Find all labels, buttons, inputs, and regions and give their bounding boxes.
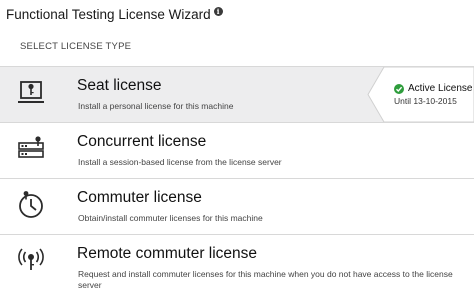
license-option-description: Obtain/install commuter licenses for thi…	[78, 213, 263, 223]
license-option-title: Concurrent license	[77, 133, 207, 150]
license-option-concurrent[interactable]: Concurrent license Install a session-bas…	[0, 122, 474, 178]
active-license-until: Until 13-10-2015	[394, 96, 457, 106]
license-type-list: Seat license Install a personal license …	[0, 66, 474, 290]
active-license-badge: Active License Until 13-10-2015	[366, 67, 474, 122]
wizard-title: Functional Testing License Wizard	[6, 6, 211, 22]
wizard-title-bar: Functional Testing License Wizard i	[6, 4, 223, 24]
laptop-key-icon	[16, 78, 46, 108]
license-option-seat[interactable]: Seat license Install a personal license …	[0, 66, 474, 122]
active-license-status: Active License	[408, 83, 473, 94]
license-option-commuter[interactable]: Commuter license Obtain/install commuter…	[0, 178, 474, 234]
license-option-description: Request and install commuter licenses fo…	[78, 269, 453, 290]
license-option-description: Install a session-based license from the…	[78, 157, 282, 167]
license-option-title: Seat license	[77, 77, 162, 94]
clock-key-icon	[16, 190, 46, 220]
license-option-title: Commuter license	[77, 189, 202, 206]
check-circle-icon	[394, 83, 404, 94]
license-option-title: Remote commuter license	[77, 245, 258, 262]
info-icon[interactable]: i	[213, 6, 223, 16]
section-label: SELECT LICENSE TYPE	[20, 41, 132, 52]
license-option-remote-commuter[interactable]: Remote commuter license Request and inst…	[0, 234, 474, 290]
server-key-icon	[16, 134, 46, 164]
wireless-key-icon	[16, 246, 46, 276]
